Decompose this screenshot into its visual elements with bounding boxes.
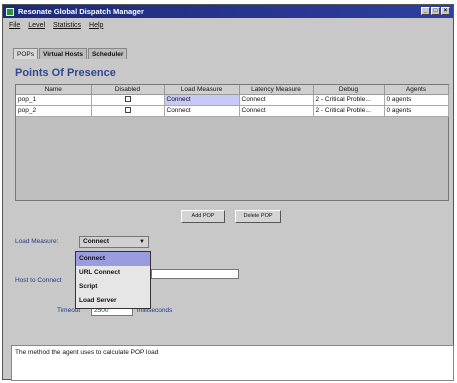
- load-measure-dropdown: Connect URL Connect Script Load Server: [75, 251, 151, 309]
- table-header: Name Disabled Load Measure Latency Measu…: [16, 85, 449, 95]
- load-measure-value: Connect: [83, 238, 109, 245]
- column-header-agents[interactable]: Agents: [384, 85, 449, 95]
- column-header-load-measure[interactable]: Load Measure: [164, 85, 240, 95]
- column-header-debug[interactable]: Debug: [313, 85, 385, 95]
- close-button[interactable]: ×: [441, 7, 450, 15]
- option-script[interactable]: Script: [76, 280, 150, 294]
- cell-agents[interactable]: 0 agents: [384, 105, 449, 117]
- cell-disabled[interactable]: [91, 105, 165, 117]
- chevron-down-icon[interactable]: ▼: [139, 237, 145, 247]
- cell-latency-measure[interactable]: Connect: [239, 94, 314, 106]
- cell-debug[interactable]: 2 - Critical Proble...: [313, 94, 385, 106]
- cell-agents[interactable]: 0 agents: [384, 94, 449, 106]
- title-bar: Resonate Global Dispatch Manager _ □ ×: [3, 5, 453, 18]
- host-label: Host to Connect: [15, 277, 62, 284]
- table-row[interactable]: pop_1 Connect Connect 2 - Critical Probl…: [16, 94, 449, 106]
- cell-debug[interactable]: 2 - Critical Proble...: [313, 105, 385, 117]
- cell-disabled[interactable]: [91, 94, 165, 106]
- menu-statistics[interactable]: Statistics: [53, 22, 81, 29]
- cell-name[interactable]: pop_1: [16, 94, 92, 106]
- tab-virtual-hosts[interactable]: Virtual Hosts: [38, 48, 87, 59]
- disabled-checkbox[interactable]: [124, 107, 131, 114]
- add-pop-button[interactable]: Add POP: [181, 210, 225, 223]
- app-icon: [6, 7, 14, 16]
- option-load-server[interactable]: Load Server: [76, 294, 150, 308]
- option-url-connect[interactable]: URL Connect: [76, 266, 150, 280]
- table-row[interactable]: pop_2 Connect Connect 2 - Critical Probl…: [16, 105, 449, 117]
- description-box: The method the agent uses to calculate P…: [11, 345, 454, 381]
- disabled-checkbox[interactable]: [124, 96, 131, 103]
- delete-pop-button[interactable]: Delete POP: [235, 210, 281, 223]
- tab-pops[interactable]: POPs: [13, 48, 38, 59]
- main-window: Resonate Global Dispatch Manager _ □ × F…: [2, 4, 454, 381]
- description-text: The method the agent uses to calculate P…: [15, 349, 159, 356]
- tab-bar: POPs Virtual Hosts Scheduler: [13, 48, 128, 59]
- window-title: Resonate Global Dispatch Manager: [18, 7, 144, 16]
- menu-help[interactable]: Help: [89, 22, 103, 29]
- load-measure-select[interactable]: Connect ▼: [79, 236, 149, 248]
- column-header-disabled[interactable]: Disabled: [91, 85, 165, 95]
- column-header-name[interactable]: Name: [16, 85, 92, 95]
- cell-latency-measure[interactable]: Connect: [239, 105, 314, 117]
- option-connect[interactable]: Connect: [76, 252, 150, 266]
- page-title: Points Of Presence: [15, 67, 116, 79]
- load-measure-label: Load Measure:: [15, 238, 59, 245]
- cell-load-measure[interactable]: Connect: [164, 105, 240, 117]
- cell-name[interactable]: pop_2: [16, 105, 92, 117]
- column-header-latency-measure[interactable]: Latency Measure: [239, 85, 314, 95]
- host-field[interactable]: [151, 269, 239, 279]
- cell-load-measure[interactable]: Connect: [164, 94, 240, 106]
- menu-level[interactable]: Level: [28, 22, 45, 29]
- tab-scheduler[interactable]: Scheduler: [87, 48, 128, 59]
- pop-table: Name Disabled Load Measure Latency Measu…: [15, 84, 449, 201]
- menu-file[interactable]: File: [9, 22, 20, 29]
- menu-bar: File Level Statistics Help: [3, 19, 453, 31]
- maximize-button[interactable]: □: [431, 7, 440, 15]
- minimize-button[interactable]: _: [421, 7, 430, 15]
